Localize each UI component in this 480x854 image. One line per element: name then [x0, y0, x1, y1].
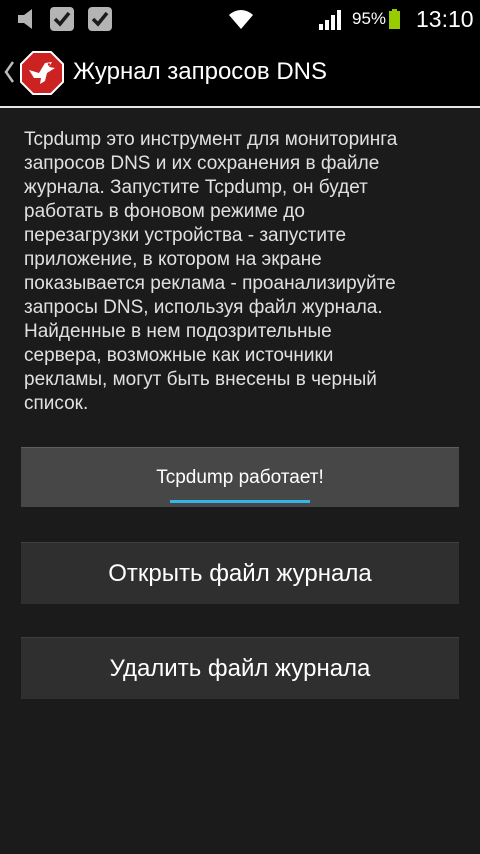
signal-icon [319, 10, 341, 30]
progress-indicator [170, 500, 310, 503]
adblock-bird-logo-icon[interactable] [20, 51, 64, 95]
action-bar: Журнал запросов DNS [0, 38, 480, 108]
battery-charging-icon [389, 9, 400, 29]
delete-log-file-label: Удалить файл журнала [109, 654, 371, 682]
up-navigation-chevron-icon[interactable] [4, 60, 14, 84]
open-log-file-button[interactable]: Открыть файл журнала [21, 542, 459, 604]
open-log-file-label: Открыть файл журнала [108, 559, 372, 587]
clock: 13:10 [416, 6, 474, 32]
tcpdump-status-label: Tcpdump работает! [156, 466, 324, 488]
battery-percent: 95% [352, 9, 387, 28]
checkbox-icon [50, 7, 74, 31]
page-title: Журнал запросов DNS [73, 58, 327, 85]
tcpdump-status-button[interactable]: Tcpdump работает! [21, 447, 459, 507]
delete-log-file-button[interactable]: Удалить файл журнала [21, 637, 459, 699]
description-text: Tcpdump это инструмент для мониторинга з… [24, 129, 398, 414]
checkbox-icon [88, 7, 112, 31]
volume-muted-icon [18, 9, 32, 29]
wifi-icon [229, 10, 253, 29]
status-bar: 95% 13:10 [0, 0, 480, 38]
